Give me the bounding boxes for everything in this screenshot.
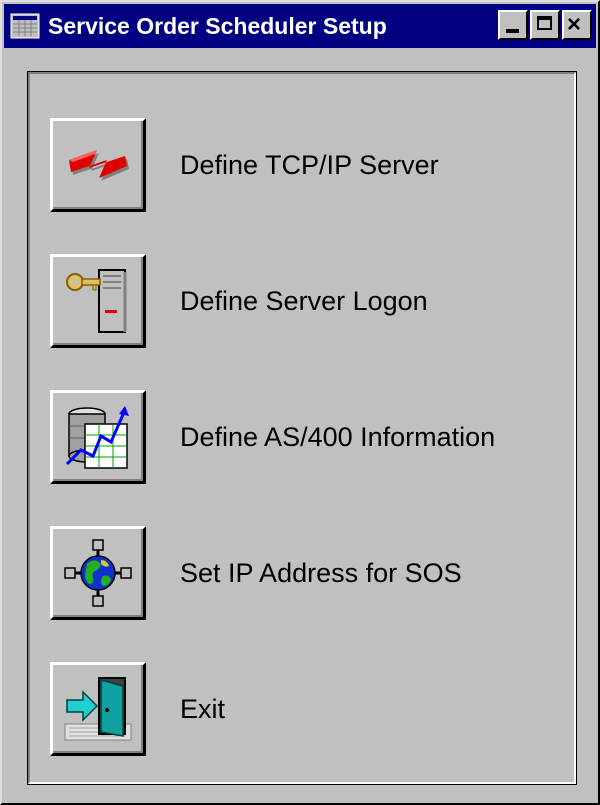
key-server-icon xyxy=(66,269,127,333)
define-tcpip-server-button[interactable] xyxy=(50,118,146,212)
maximize-icon xyxy=(537,16,552,30)
close-button[interactable]: × xyxy=(562,10,592,40)
database-chart-icon xyxy=(65,406,129,469)
define-as400-information-button[interactable] xyxy=(50,390,146,484)
menu-item-label[interactable]: Define AS/400 Information xyxy=(180,422,495,453)
window-title: Service Order Scheduler Setup xyxy=(48,12,387,39)
menu-item-exit[interactable]: Exit xyxy=(50,662,225,756)
globe-network-icon xyxy=(64,539,132,607)
menu-item-label[interactable]: Set IP Address for SOS xyxy=(180,558,462,589)
exit-door-icon xyxy=(64,677,132,741)
set-ip-address-button[interactable] xyxy=(50,526,146,620)
define-server-logon-button[interactable] xyxy=(50,254,146,348)
tcpip-server-icon xyxy=(69,150,129,181)
close-icon: × xyxy=(567,11,582,38)
menu-item-label[interactable]: Define Server Logon xyxy=(180,286,428,317)
app-icon xyxy=(10,13,40,39)
menu-item-ip-address[interactable]: Set IP Address for SOS xyxy=(50,526,462,620)
maximize-button[interactable] xyxy=(530,10,560,40)
minimize-button[interactable] xyxy=(498,10,528,40)
menu-item-server-logon[interactable]: Define Server Logon xyxy=(50,254,428,348)
menu-item-label[interactable]: Define TCP/IP Server xyxy=(180,150,439,181)
title-bar[interactable]: Service Order Scheduler Setup × xyxy=(4,4,596,48)
exit-button[interactable] xyxy=(50,662,146,756)
menu-item-as400-info[interactable]: Define AS/400 Information xyxy=(50,390,495,484)
setup-window: Service Order Scheduler Setup × Define T… xyxy=(0,0,600,805)
minimize-icon xyxy=(506,29,519,33)
window-controls: × xyxy=(496,10,592,40)
menu-panel: Define TCP/IP Server Define Server Logon… xyxy=(27,71,577,785)
menu-item-label[interactable]: Exit xyxy=(180,694,225,725)
menu-item-tcpip-server[interactable]: Define TCP/IP Server xyxy=(50,118,439,212)
